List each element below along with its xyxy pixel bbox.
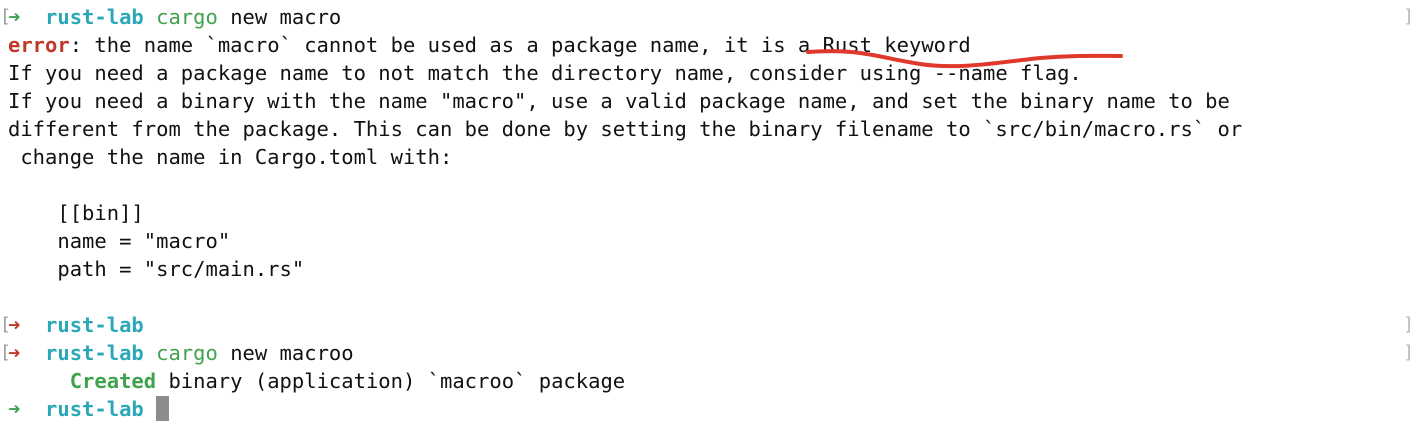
text-cursor[interactable] [156, 396, 170, 421]
prompt-directory: rust-lab [45, 313, 144, 337]
output-line: If you need a binary with the name "macr… [8, 89, 1230, 113]
error-message: : the name `macro` cannot be used as a p… [69, 33, 971, 57]
prompt-arrow-icon: ➜ [8, 341, 21, 365]
active-prompt-line[interactable]: ➜ rust-lab [8, 395, 170, 423]
terminal-window[interactable]: [ ➜ rust-lab cargo new macro ] error: th… [0, 0, 1416, 446]
error-line: error: the name `macro` cannot be used a… [8, 31, 971, 59]
output-line: change the name in Cargo.toml with: [8, 145, 453, 169]
line-bracket-right: ] [1403, 6, 1414, 27]
created-message: binary (application) `macroo` package [156, 369, 626, 393]
created-label: Created [69, 369, 157, 393]
prompt-directory: rust-lab [45, 341, 144, 365]
line-bracket-right: ] [1403, 342, 1414, 363]
prompt-arrow-icon: ➜ [8, 397, 21, 421]
output-line: Created binary (application) `macroo` pa… [8, 367, 625, 395]
prompt-line: ➜ rust-lab cargo new macroo [8, 339, 354, 367]
code-line: [[bin]] [8, 201, 144, 225]
code-line: path = "src/main.rs" [8, 257, 305, 281]
command-name: cargo [156, 341, 218, 365]
command-name: cargo [156, 5, 218, 29]
error-label: error [8, 33, 70, 57]
code-line: name = "macro" [8, 229, 231, 253]
line-bracket-right: ] [1403, 314, 1414, 335]
output-line: different from the package. This can be … [8, 117, 1243, 141]
prompt-directory: rust-lab [45, 5, 144, 29]
prompt-arrow-icon: ➜ [8, 313, 21, 337]
prompt-arrow-icon: ➜ [8, 5, 21, 29]
prompt-line: ➜ rust-lab [8, 311, 144, 339]
output-line: If you need a package name to not match … [8, 61, 1082, 85]
command-args: new macroo [230, 341, 354, 365]
prompt-line: ➜ rust-lab cargo new macro [8, 3, 341, 31]
command-args: new macro [230, 5, 342, 29]
prompt-directory: rust-lab [45, 397, 144, 421]
